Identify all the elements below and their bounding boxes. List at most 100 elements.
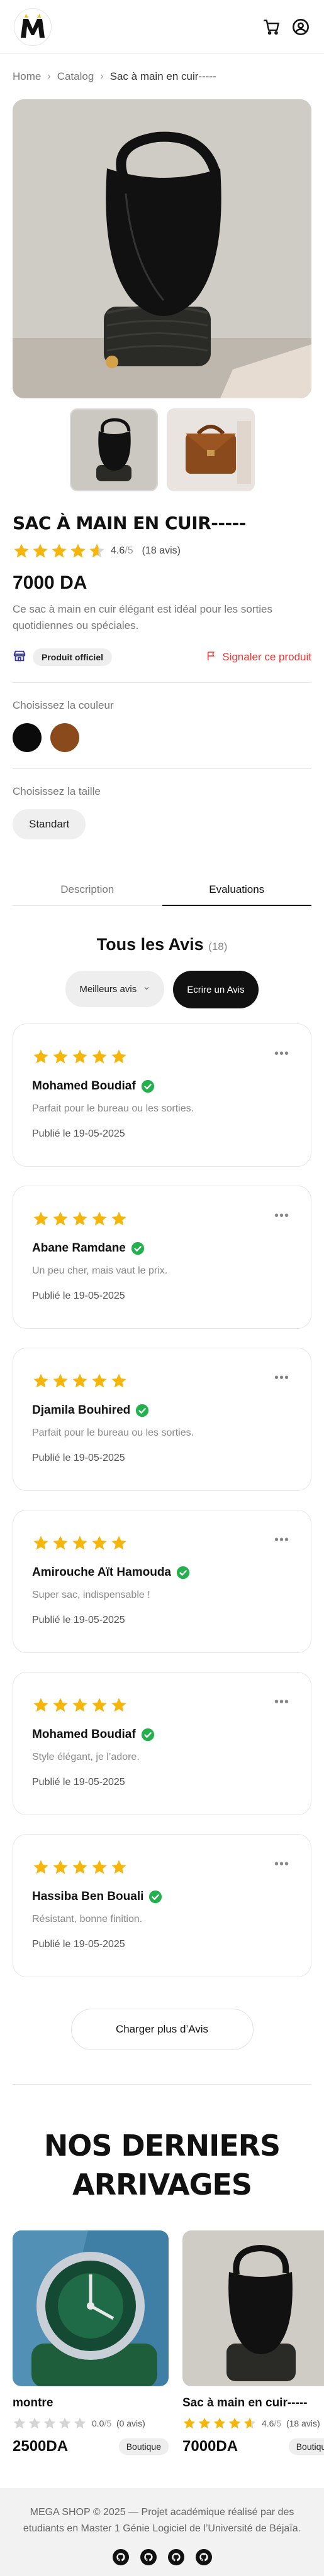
star-icon: [92, 1698, 107, 1712]
star-icon: [13, 2418, 26, 2429]
star-icon: [72, 1698, 87, 1712]
more-options-icon[interactable]: •••: [274, 1857, 289, 1872]
color-label: Choisissez la couleur: [13, 699, 114, 711]
github-icon[interactable]: [195, 2549, 212, 2566]
star-icon: [70, 543, 86, 558]
review-text: Parfait pour le bureau ou les sorties.: [32, 1103, 194, 1114]
breadcrumb-home[interactable]: Home: [13, 70, 41, 83]
rating-stars: [13, 542, 106, 560]
review-text: Super sac, indispensable !: [32, 1590, 150, 1600]
github-icon[interactable]: [167, 2549, 184, 2566]
reviewer-row: Amirouche Aït Hamouda: [32, 1566, 292, 1580]
user-circle-icon[interactable]: [291, 18, 310, 36]
color-swatch-0[interactable]: [13, 723, 42, 752]
product-card[interactable]: Sac à main en cuir----- 4.6/5 (18 avis) …: [182, 2230, 324, 2455]
review-date: Publié le 19-05-2025: [32, 1453, 125, 1463]
star-icon: [72, 1373, 87, 1388]
arrivals-carousel: montre 0.0/5 (0 avis) 2500DA Boutique Sa…: [0, 2230, 324, 2455]
review-date: Publié le 19-05-2025: [32, 1291, 125, 1301]
color-swatch-1[interactable]: [50, 723, 79, 752]
header-actions: [262, 18, 310, 36]
divider: [13, 682, 311, 683]
reviews-heading: Tous les Avis (18): [0, 935, 324, 954]
star-icon: [92, 1860, 107, 1874]
star-icon: [228, 2418, 241, 2429]
star-icon: [33, 1536, 48, 1550]
star-icon: [33, 1373, 48, 1388]
verified-check-icon: [141, 1079, 154, 1093]
star-icon: [92, 1536, 107, 1550]
star-icon: [53, 1860, 68, 1874]
star-icon: [213, 2418, 226, 2429]
product-main-image[interactable]: [13, 99, 311, 398]
product-card-badge: Boutique: [288, 2438, 324, 2455]
thumbnail-brown-bag[interactable]: [166, 408, 255, 491]
footer-social-links: [15, 2549, 309, 2566]
star-icon: [33, 543, 48, 558]
verified-check-icon: [176, 1566, 190, 1580]
tab-evaluations[interactable]: Evaluations: [162, 877, 311, 906]
verified-check-icon: [136, 1404, 149, 1417]
star-icon: [92, 1211, 107, 1226]
more-options-icon[interactable]: •••: [274, 1047, 289, 1061]
github-icon[interactable]: [112, 2549, 129, 2566]
product-card-bottom: 7000DA Boutique: [182, 2438, 324, 2455]
flag-icon: [206, 650, 217, 665]
star-icon: [53, 1536, 68, 1550]
tab-description[interactable]: Description: [13, 877, 162, 905]
reviewer-name: Djamila Bouhired: [32, 1404, 131, 1417]
shop-logo[interactable]: [14, 8, 52, 46]
arrivals-title: NOS DERNIERS ARRIVAGES: [0, 2126, 324, 2204]
thumbnail-strip: [0, 408, 324, 491]
more-options-icon[interactable]: •••: [274, 1209, 289, 1223]
star-icon: [111, 1211, 126, 1226]
star-icon: [111, 1049, 126, 1064]
review-text: Style élégant, je l’adore.: [32, 1752, 140, 1762]
star-icon: [52, 543, 67, 558]
review-date: Publié le 19-05-2025: [32, 1939, 125, 1950]
product-card[interactable]: montre 0.0/5 (0 avis) 2500DA Boutique: [13, 2230, 169, 2455]
review-text: Parfait pour le bureau ou les sorties.: [32, 1427, 194, 1438]
review-stars: [32, 1372, 292, 1390]
review-card: ••• Hassiba Ben Bouali Résistant, bonne fi…: [13, 1834, 311, 1977]
star-icon: [74, 2418, 86, 2429]
product-card-rating-text: 4.6/5 (18 avis): [262, 2418, 320, 2429]
write-review-button[interactable]: Ecrire un Avis: [173, 971, 259, 1008]
product-card-image[interactable]: [13, 2230, 169, 2387]
review-date: Publié le 19-05-2025: [32, 1615, 125, 1625]
star-icon: [111, 1536, 126, 1550]
star-icon: [89, 543, 104, 558]
divider: [13, 2084, 311, 2085]
divider: [13, 768, 311, 769]
rating-value: 4.6/5: [111, 545, 133, 556]
review-text: Résistant, bonne finition.: [32, 1914, 143, 1924]
star-icon: [92, 1373, 107, 1388]
star-icon: [72, 1536, 87, 1550]
reviewer-row: Mohamed Boudiaf: [32, 1079, 292, 1093]
sort-label: Meilleurs avis: [79, 983, 137, 995]
size-option-standart[interactable]: Standart: [13, 809, 86, 839]
star-icon: [72, 1049, 87, 1064]
star-icon: [53, 1698, 68, 1712]
github-icon[interactable]: [140, 2549, 157, 2566]
more-options-icon[interactable]: •••: [274, 1533, 289, 1547]
sort-reviews-dropdown[interactable]: Meilleurs avis: [65, 971, 165, 1007]
review-stars: [32, 1048, 292, 1066]
product-card-image[interactable]: [182, 2230, 324, 2387]
more-options-icon[interactable]: •••: [274, 1371, 289, 1385]
reviewer-name: Hassiba Ben Bouali: [32, 1890, 144, 1903]
star-icon: [72, 1211, 87, 1226]
load-more-reviews-button[interactable]: Charger plus d’Avis: [70, 2009, 254, 2050]
official-badge: Produit officiel: [33, 648, 112, 666]
more-options-icon[interactable]: •••: [274, 1695, 289, 1710]
star-icon: [53, 1373, 68, 1388]
product-info: SAC À MAIN EN CUIR----- 4.6/5 (18 avis) …: [0, 513, 324, 839]
report-product-link[interactable]: Signaler ce produit: [206, 650, 311, 665]
cart-icon[interactable]: [262, 18, 281, 36]
report-label: Signaler ce produit: [222, 651, 311, 663]
star-icon: [53, 1211, 68, 1226]
site-footer: MEGA SHOP © 2025 — Projet académique réa…: [0, 2488, 324, 2576]
official-row: Produit officiel Signaler ce produit: [13, 648, 311, 666]
thumbnail-black-bag[interactable]: [69, 408, 158, 491]
breadcrumb-catalog[interactable]: Catalog: [57, 70, 94, 83]
